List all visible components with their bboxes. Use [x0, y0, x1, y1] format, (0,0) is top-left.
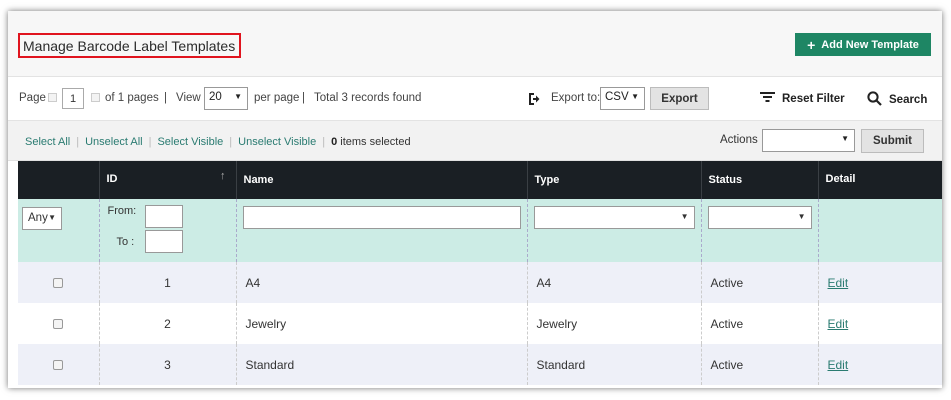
- column-header-type[interactable]: Type: [527, 161, 702, 199]
- row-checkbox[interactable]: [53, 277, 64, 288]
- massaction-links: Select All | Unselect All | Select Visible | U…: [25, 136, 411, 148]
- of-pages-text: of 1 pages: [105, 92, 159, 104]
- actions-label: Actions: [720, 134, 758, 146]
- edit-link[interactable]: Edit: [828, 317, 849, 331]
- table-row: 1 A4 A4 Active Edit: [18, 262, 942, 303]
- cell-name: Standard: [236, 344, 528, 385]
- add-new-template-label: Add New Template: [821, 38, 919, 51]
- row-checkbox-cell: [18, 262, 100, 303]
- type-filter-select[interactable]: ▼: [533, 206, 695, 229]
- page-number-input[interactable]: 1: [62, 88, 84, 109]
- cell-status: Active: [701, 303, 819, 344]
- search-label: Search: [889, 94, 928, 106]
- edit-link[interactable]: Edit: [828, 276, 849, 290]
- view-label: View: [176, 92, 201, 104]
- table-row: 3 Standard Standard Active Edit: [18, 344, 942, 385]
- export-button[interactable]: Export: [650, 87, 709, 110]
- next-page-icon[interactable]: [91, 93, 100, 102]
- sort-arrow-icon: ↑: [220, 170, 226, 182]
- table-row: 2 Jewelry Jewelry Active Edit: [18, 303, 942, 344]
- select-visible-link[interactable]: Select Visible: [157, 136, 223, 148]
- any-filter-select[interactable]: Any ▼: [22, 207, 62, 230]
- row-checkbox-cell: [18, 303, 100, 344]
- cell-status: Active: [701, 344, 819, 385]
- id-from-input[interactable]: [144, 205, 183, 228]
- filter-cell-status: ▼: [701, 199, 819, 262]
- actions-select[interactable]: ▼: [762, 129, 855, 152]
- chevron-down-icon: ▼: [631, 92, 639, 101]
- export-icon: [528, 92, 540, 109]
- per-page-value: 20: [209, 91, 222, 103]
- cell-type: Standard: [527, 344, 702, 385]
- row-checkbox-cell: [18, 344, 100, 385]
- cell-name: A4: [236, 262, 528, 303]
- separator: |: [302, 92, 305, 104]
- cell-id: 3: [99, 344, 237, 385]
- submit-button[interactable]: Submit: [861, 129, 924, 153]
- per-page-select[interactable]: 20 ▼: [204, 87, 248, 110]
- cell-id: 2: [99, 303, 237, 344]
- name-filter-input[interactable]: [242, 206, 521, 229]
- plus-icon: +: [807, 36, 816, 53]
- chevron-down-icon: ▼: [48, 213, 56, 222]
- column-header-status[interactable]: Status: [701, 161, 819, 199]
- to-label: To :: [116, 235, 135, 248]
- page-title: Manage Barcode Label Templates: [18, 33, 242, 58]
- filter-row: Any ▼ From: To : ▼ ▼: [18, 199, 942, 262]
- pager-toolbar: Page 1 of 1 pages | View 20 ▼ per page |…: [8, 77, 942, 121]
- total-records: Total 3 records found: [314, 92, 422, 104]
- cell-detail: Edit: [818, 303, 942, 344]
- row-checkbox[interactable]: [53, 359, 64, 370]
- per-page-label: per page: [254, 92, 300, 104]
- cell-type: A4: [527, 262, 702, 303]
- filter-cell-name: [236, 199, 528, 262]
- reset-filter-button[interactable]: Reset Filter: [760, 91, 845, 106]
- filter-cell-type: ▼: [527, 199, 702, 262]
- chevron-down-icon: ▼: [680, 212, 689, 221]
- cell-name: Jewelry: [236, 303, 528, 344]
- chevron-down-icon: ▼: [234, 92, 242, 101]
- cell-status: Active: [701, 262, 819, 303]
- search-button[interactable]: Search: [867, 91, 927, 109]
- unselect-visible-link[interactable]: Unselect Visible: [238, 136, 316, 148]
- templates-table: ID ↑ Name Type Status Detail Any ▼ From:…: [18, 161, 942, 385]
- add-new-template-button[interactable]: + Add New Template: [795, 33, 931, 56]
- from-label: From:: [107, 205, 137, 217]
- column-header-id[interactable]: ID ↑: [99, 161, 237, 199]
- filter-cell-id: From: To :: [99, 199, 237, 262]
- prev-page-icon[interactable]: [48, 93, 57, 102]
- cell-detail: Edit: [818, 262, 942, 303]
- filter-icon: [760, 91, 775, 106]
- id-to-input[interactable]: [144, 230, 183, 253]
- table-header-row: ID ↑ Name Type Status Detail: [18, 161, 942, 199]
- page-frame: Manage Barcode Label Templates + Add New…: [8, 11, 942, 388]
- export-to-label: Export to:: [551, 92, 601, 104]
- chevron-down-icon: ▼: [797, 212, 806, 221]
- export-format-select[interactable]: CSV ▼: [600, 87, 645, 110]
- separator: |: [164, 92, 167, 104]
- filter-cell-detail: [818, 199, 942, 262]
- chevron-down-icon: ▼: [841, 134, 849, 143]
- cell-type: Jewelry: [527, 303, 702, 344]
- search-icon: [867, 91, 882, 109]
- page-header: Manage Barcode Label Templates + Add New…: [8, 11, 942, 77]
- filter-cell-select: Any ▼: [18, 199, 100, 262]
- column-header-detail: Detail: [818, 161, 942, 199]
- row-checkbox[interactable]: [53, 318, 64, 329]
- any-filter-value: Any: [28, 212, 48, 224]
- cell-detail: Edit: [818, 344, 942, 385]
- column-header-select: [18, 161, 100, 199]
- cell-id: 1: [99, 262, 237, 303]
- reset-filter-label: Reset Filter: [782, 92, 845, 105]
- status-filter-select[interactable]: ▼: [707, 206, 812, 229]
- unselect-all-link[interactable]: Unselect All: [85, 136, 142, 148]
- select-all-link[interactable]: Select All: [25, 136, 70, 148]
- massaction-bar: Select All | Unselect All | Select Visible | U…: [8, 121, 942, 161]
- selected-suffix: items selected: [337, 136, 411, 148]
- page-label: Page: [19, 92, 46, 104]
- column-header-name[interactable]: Name: [236, 161, 528, 199]
- export-format-value: CSV: [605, 91, 629, 103]
- edit-link[interactable]: Edit: [828, 358, 849, 372]
